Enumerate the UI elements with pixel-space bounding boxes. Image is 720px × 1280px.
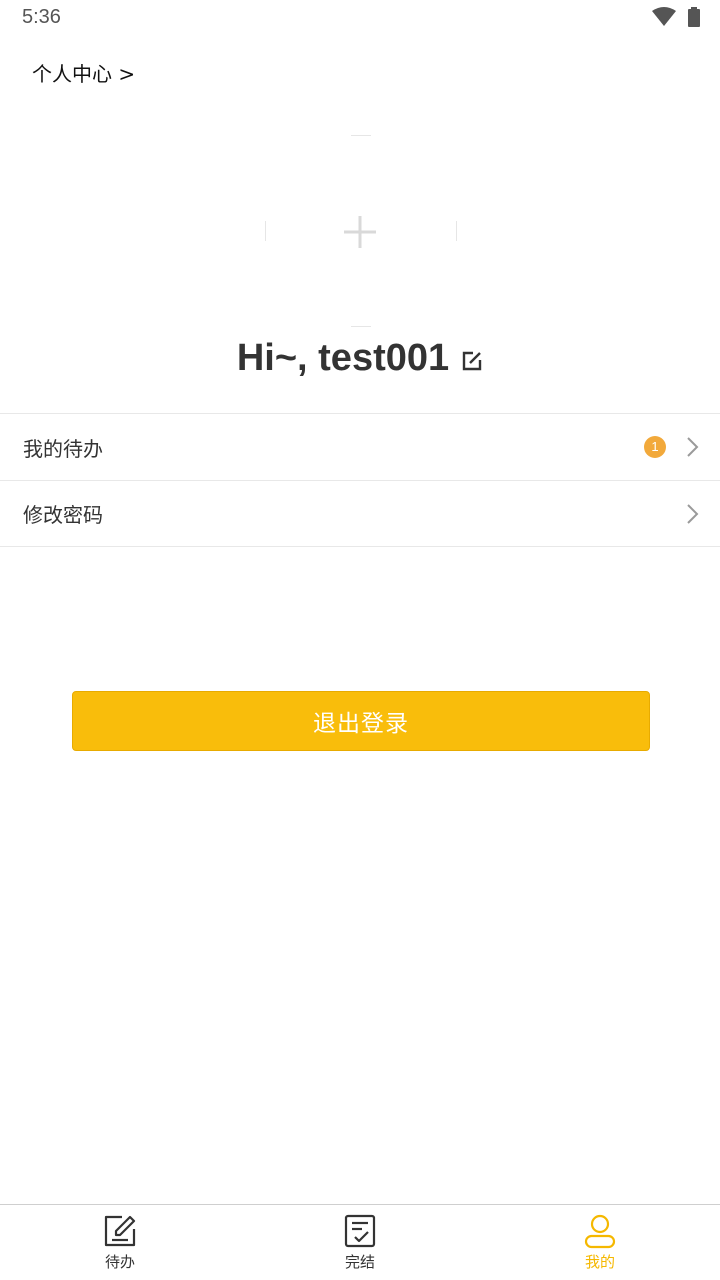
chevron-right-icon	[687, 503, 699, 524]
avatar-border-top	[351, 135, 371, 136]
status-icons	[652, 7, 700, 27]
chevron-right-icon	[687, 437, 699, 457]
greeting: Hi~, test001	[0, 333, 720, 383]
menu-item-label: 修改密码	[23, 503, 103, 527]
menu-list: 我的待办 1 修改密码	[0, 413, 720, 547]
tab-label: 完结	[344, 1253, 375, 1271]
menu-item-right	[686, 481, 700, 546]
tab-label: 待办	[104, 1253, 135, 1271]
avatar-upload[interactable]	[265, 135, 457, 327]
menu-item-my-todo[interactable]: 我的待办 1	[0, 413, 720, 480]
plus-icon	[344, 216, 376, 248]
avatar-border-left	[265, 221, 266, 241]
avatar-border-bottom	[351, 326, 371, 327]
battery-icon	[688, 7, 700, 27]
tab-done[interactable]: 完结	[240, 1205, 480, 1280]
wifi-icon	[652, 7, 676, 26]
menu-item-right: 1	[644, 414, 700, 480]
bottom-tab-bar: 待办 完结 我的	[0, 1204, 720, 1280]
user-icon	[584, 1214, 616, 1249]
todo-count-badge: 1	[644, 436, 666, 458]
status-time: 5:36	[22, 6, 61, 28]
status-bar: 5:36	[0, 0, 720, 38]
edit-icon[interactable]	[461, 350, 483, 372]
avatar-border-right	[456, 221, 457, 241]
logout-button[interactable]: 退出登录	[72, 691, 650, 751]
tab-todo[interactable]: 待办	[0, 1205, 240, 1280]
tab-label: 我的	[584, 1253, 615, 1271]
greeting-text: Hi~, test001	[236, 336, 450, 379]
edit-note-icon	[104, 1215, 136, 1247]
menu-item-change-password[interactable]: 修改密码	[0, 480, 720, 547]
tab-mine[interactable]: 我的	[480, 1205, 720, 1280]
breadcrumb[interactable]: 个人中心 >	[32, 58, 135, 87]
profile-screen: 5:36 个人中心 > Hi~, test001 我的待办 1 修改密码 退出登…	[0, 0, 720, 1280]
checklist-icon	[344, 1214, 376, 1248]
menu-item-label: 我的待办	[23, 436, 103, 461]
